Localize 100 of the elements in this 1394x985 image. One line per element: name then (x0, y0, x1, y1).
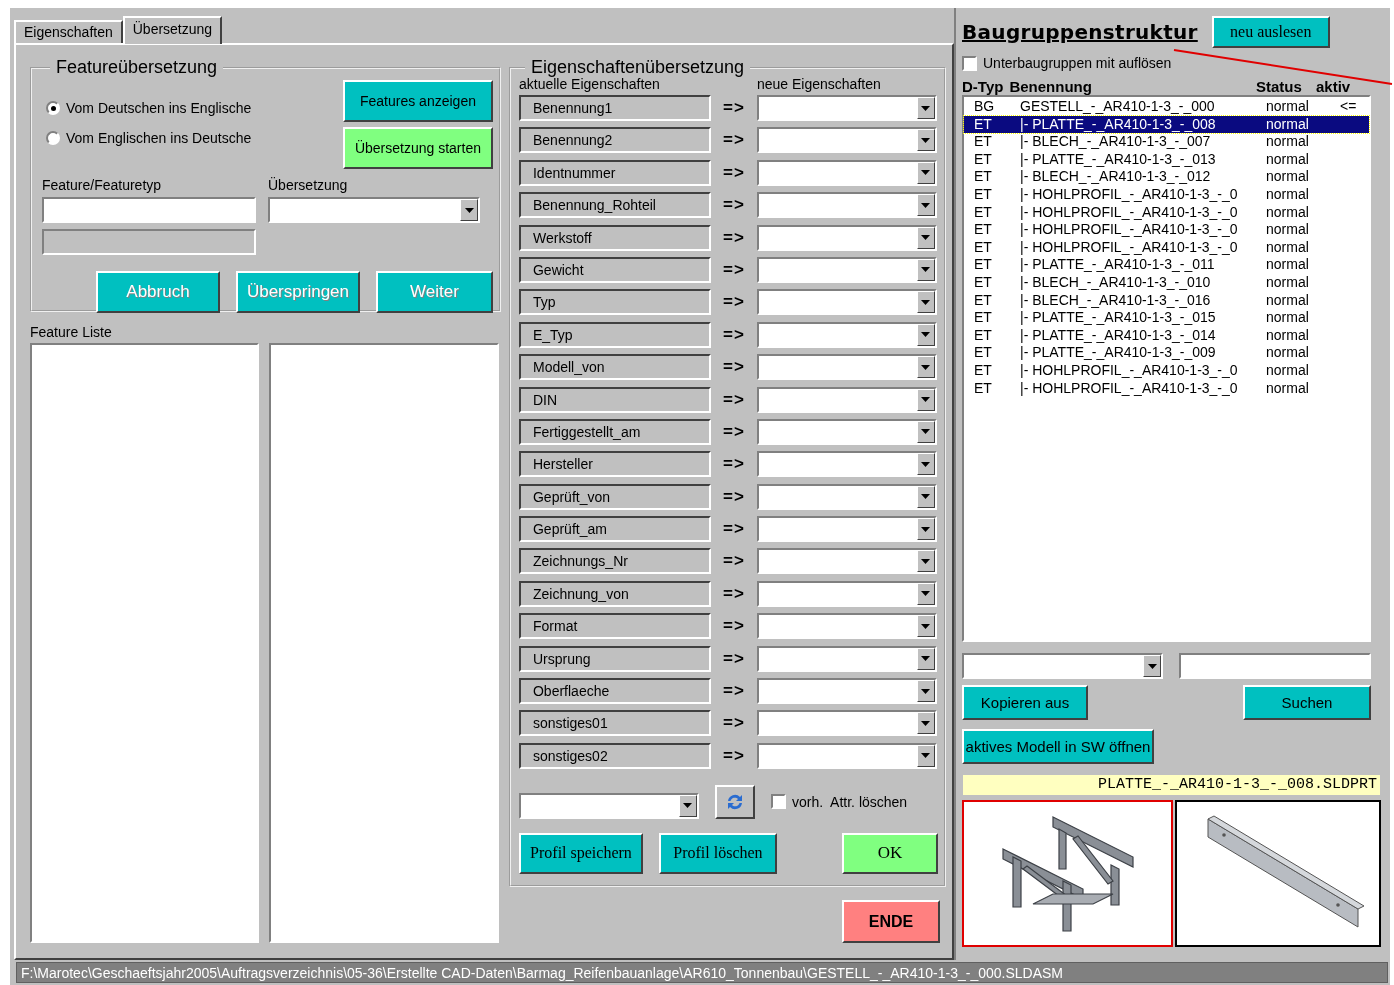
tab[interactable]: Eigenschaften (14, 20, 123, 43)
dropdown[interactable] (756, 710, 937, 737)
tree-row[interactable]: ET |- HOHLPROFIL_-_AR410-1-3_-_0 normal (964, 238, 1369, 257)
dropdown[interactable] (756, 192, 937, 219)
property-name: Typ (518, 289, 711, 316)
tree-row[interactable]: ET |- PLATTE_-_AR410-1-3_-_015 normal (964, 309, 1369, 327)
dropdown[interactable] (756, 516, 937, 543)
end-button[interactable]: ENDE (842, 900, 940, 943)
radio-label: Vom Englischen ins Deutsche (66, 130, 252, 146)
arrow-symbol: => (722, 519, 746, 540)
profile-button[interactable]: Profil speichern (518, 832, 643, 874)
ok-button[interactable]: OK (842, 832, 938, 874)
tree-row[interactable]: ET |- HOHLPROFIL_-_AR410-1-3_-_0 normal (964, 185, 1369, 204)
dropdown[interactable] (962, 653, 1163, 679)
dropdown[interactable] (756, 548, 937, 575)
show-features-button[interactable]: Features anzeigen (342, 80, 493, 122)
open-model-button[interactable]: aktives Modell in SW öffnen (962, 729, 1154, 764)
checkbox-label: Unterbaugruppen mit auflösen (983, 55, 1172, 71)
refresh-button[interactable] (714, 784, 755, 819)
tree-row[interactable]: ET |- PLATTE_-_AR410-1-3_-_013 normal (964, 150, 1369, 169)
tab[interactable]: Übersetzung (122, 16, 223, 44)
tree-row[interactable]: ET |- BLECH_-_AR410-1-3_-_012 normal (964, 168, 1369, 186)
arrow-symbol: => (722, 195, 746, 216)
dropdown[interactable] (756, 451, 937, 478)
property-name: Benennung2 (518, 127, 711, 154)
caret-icon (921, 105, 931, 111)
arrow-symbol: => (722, 98, 746, 118)
radio-button[interactable] (46, 131, 60, 145)
caret-icon (921, 170, 931, 176)
copy-button[interactable]: Kopieren aus (962, 685, 1088, 720)
dropdown[interactable] (756, 418, 937, 445)
file-name: PLATTE_-_AR410-1-3_-_008.SLDPRT (962, 774, 1381, 796)
tree-row[interactable]: ET |- PLATTE_-_AR410-1-3_-_009 normal (964, 344, 1369, 362)
checkbox[interactable] (962, 55, 977, 71)
dropdown[interactable] (756, 613, 937, 640)
input-field[interactable] (42, 197, 256, 223)
tree-row[interactable]: ET |- BLECH_-_AR410-1-3_-_016 normal (964, 291, 1369, 310)
panel-title: Featureübersetzung (55, 57, 219, 78)
caret-icon (921, 137, 931, 143)
caret-icon (1147, 663, 1157, 669)
caret-icon (921, 299, 931, 305)
caret-icon (921, 332, 931, 338)
dropdown[interactable] (756, 580, 937, 607)
search-button[interactable]: Suchen (1243, 685, 1371, 720)
property-name: Geprüft_am (518, 516, 711, 543)
caret-icon (921, 235, 931, 241)
caret-icon (921, 494, 931, 500)
radio-button[interactable] (46, 101, 60, 115)
arrow-symbol: => (722, 713, 746, 734)
property-name: sonstiges02 (518, 742, 711, 769)
property-name: Hersteller (518, 451, 711, 478)
arrow-symbol: => (722, 551, 746, 572)
dropdown[interactable] (756, 483, 937, 510)
dropdown[interactable] (268, 197, 480, 223)
arrow-symbol: => (722, 681, 746, 702)
reload-button[interactable]: neu auslesen (1211, 16, 1330, 48)
checkbox[interactable] (770, 794, 786, 810)
checkbox-label: vorh. Attr. löschen (791, 793, 908, 810)
profile-button[interactable]: Profil löschen (658, 832, 777, 874)
tree-row[interactable]: ET |- HOHLPROFIL_-_AR410-1-3_-_0 normal (964, 203, 1369, 222)
dropdown[interactable] (756, 354, 937, 381)
dropdown[interactable] (756, 159, 937, 186)
dropdown[interactable] (756, 289, 937, 316)
dropdown[interactable] (756, 645, 937, 672)
tree-row[interactable]: ET |- BLECH_-_AR410-1-3_-_010 normal (964, 273, 1369, 292)
arrow-symbol: => (722, 292, 746, 313)
column-header: Benennung (1009, 78, 1092, 95)
arrow-symbol: => (722, 421, 746, 442)
dropdown[interactable] (518, 792, 699, 819)
arrow-symbol: => (722, 616, 746, 637)
caret-icon (921, 397, 931, 402)
arrow-symbol: => (722, 454, 746, 475)
dropdown[interactable] (756, 386, 937, 413)
tree-row[interactable]: ET |- HOHLPROFIL_-_AR410-1-3_-_0 normal (964, 221, 1369, 239)
dropdown[interactable] (756, 321, 937, 348)
preview-panel[interactable] (1175, 800, 1381, 947)
dropdown[interactable] (756, 95, 937, 121)
preview-panel[interactable] (962, 800, 1173, 947)
tree-row[interactable]: ET |- HOHLPROFIL_-_AR410-1-3_-_0 normal (964, 361, 1369, 380)
property-name: Format (518, 613, 711, 640)
dropdown[interactable] (756, 256, 937, 283)
tree-row[interactable]: ET |- PLATTE_-_AR410-1-3_-_008 normal (964, 115, 1369, 134)
arrow-symbol: => (722, 259, 746, 280)
tree-row[interactable]: BG GESTELL_-_AR410-1-3_-_000 normal <= (964, 98, 1369, 116)
dropdown[interactable] (756, 678, 937, 705)
tree-row[interactable]: ET |- PLATTE_-_AR410-1-3_-_014 normal (964, 326, 1369, 345)
dropdown[interactable] (756, 742, 937, 769)
property-name: Zeichnungs_Nr (518, 548, 711, 575)
dropdown[interactable] (756, 224, 937, 251)
panel-title: Eigenschaftenübersetzung (529, 57, 746, 78)
start-translation-button[interactable]: Übersetzung starten (342, 127, 493, 169)
caret-icon (921, 656, 931, 662)
search-field[interactable] (1179, 653, 1371, 679)
tree-row[interactable]: ET |- PLATTE_-_AR410-1-3_-_011 normal (964, 256, 1369, 274)
caret-icon (921, 591, 931, 597)
field-label: Übersetzung (268, 177, 349, 193)
arrow-symbol: => (722, 324, 746, 345)
tree-row[interactable]: ET |- HOHLPROFIL_-_AR410-1-3_-_0 normal (964, 379, 1369, 398)
dropdown[interactable] (756, 127, 937, 154)
tree-row[interactable]: ET |- BLECH_-_AR410-1-3_-_007 normal (964, 133, 1369, 151)
